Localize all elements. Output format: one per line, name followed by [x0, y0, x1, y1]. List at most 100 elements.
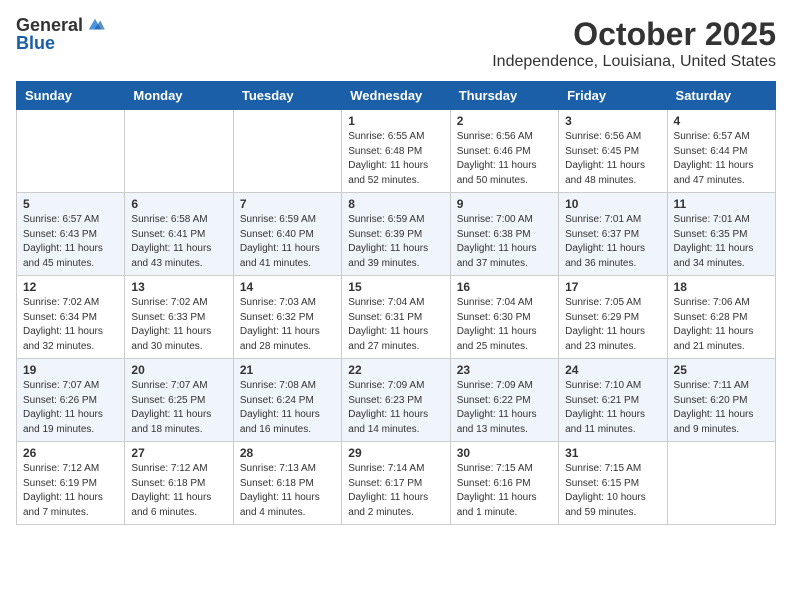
day-number: 30: [457, 446, 552, 460]
logo: General Blue: [16, 16, 105, 52]
day-info: Sunrise: 7:15 AM Sunset: 6:16 PM Dayligh…: [457, 462, 552, 520]
weekday-header-cell: Sunday: [17, 82, 125, 110]
calendar-week-row: 1Sunrise: 6:55 AM Sunset: 6:48 PM Daylig…: [17, 110, 776, 193]
day-info: Sunrise: 7:07 AM Sunset: 6:26 PM Dayligh…: [23, 379, 118, 437]
calendar-day-cell: 8 Sunrise: 6:59 AM Sunset: 6:39 PM Daylig…: [342, 193, 450, 276]
day-info: Sunrise: 7:04 AM Sunset: 6:30 PM Dayligh…: [457, 296, 552, 354]
calendar-day-cell: 17 Sunrise: 7:05 AM Sunset: 6:29 PM Dayli…: [559, 276, 667, 359]
calendar-day-cell: [233, 110, 341, 193]
calendar-day-cell: 4 Sunrise: 6:57 AM Sunset: 6:44 PM Daylig…: [667, 110, 775, 193]
day-number: 12: [23, 280, 118, 294]
day-info: Sunrise: 7:09 AM Sunset: 6:23 PM Dayligh…: [348, 379, 443, 437]
day-info: Sunrise: 6:59 AM Sunset: 6:39 PM Dayligh…: [348, 213, 443, 271]
weekday-header-cell: Friday: [559, 82, 667, 110]
calendar-day-cell: 30 Sunrise: 7:15 AM Sunset: 6:16 PM Dayli…: [450, 442, 558, 525]
weekday-header-cell: Wednesday: [342, 82, 450, 110]
weekday-header-cell: Saturday: [667, 82, 775, 110]
day-number: 29: [348, 446, 443, 460]
day-info: Sunrise: 7:12 AM Sunset: 6:19 PM Dayligh…: [23, 462, 118, 520]
calendar-day-cell: 5Sunrise: 6:57 AM Sunset: 6:43 PM Daylig…: [17, 193, 125, 276]
day-number: 23: [457, 363, 552, 377]
day-info: Sunrise: 7:05 AM Sunset: 6:29 PM Dayligh…: [565, 296, 660, 354]
calendar-day-cell: 1Sunrise: 6:55 AM Sunset: 6:48 PM Daylig…: [342, 110, 450, 193]
day-number: 26: [23, 446, 118, 460]
weekday-header-row: SundayMondayTuesdayWednesdayThursdayFrid…: [17, 82, 776, 110]
month-title: October 2025: [492, 16, 776, 53]
calendar-day-cell: 7 Sunrise: 6:59 AM Sunset: 6:40 PM Daylig…: [233, 193, 341, 276]
calendar-day-cell: 10Sunrise: 7:01 AM Sunset: 6:37 PM Dayli…: [559, 193, 667, 276]
calendar-day-cell: [125, 110, 233, 193]
day-number: 22: [348, 363, 443, 377]
day-number: 17: [565, 280, 660, 294]
title-block: October 2025 Independence, Louisiana, Un…: [492, 16, 776, 71]
day-info: Sunrise: 7:11 AM Sunset: 6:20 PM Dayligh…: [674, 379, 769, 437]
day-info: Sunrise: 7:01 AM Sunset: 6:37 PM Dayligh…: [565, 213, 660, 271]
day-number: 1: [348, 114, 443, 128]
logo-general-text: General: [16, 16, 83, 34]
calendar-day-cell: [667, 442, 775, 525]
day-info: Sunrise: 7:01 AM Sunset: 6:35 PM Dayligh…: [674, 213, 769, 271]
day-number: 2: [457, 114, 552, 128]
calendar-day-cell: 14 Sunrise: 7:03 AM Sunset: 6:32 PM Dayli…: [233, 276, 341, 359]
day-info: Sunrise: 7:07 AM Sunset: 6:25 PM Dayligh…: [131, 379, 226, 437]
day-info: Sunrise: 7:14 AM Sunset: 6:17 PM Dayligh…: [348, 462, 443, 520]
day-number: 14: [240, 280, 335, 294]
day-number: 24: [565, 363, 660, 377]
day-number: 20: [131, 363, 226, 377]
day-number: 11: [674, 197, 769, 211]
calendar-week-row: 5Sunrise: 6:57 AM Sunset: 6:43 PM Daylig…: [17, 193, 776, 276]
day-number: 5: [23, 197, 118, 211]
calendar-week-row: 19 Sunrise: 7:07 AM Sunset: 6:26 PM Dayli…: [17, 359, 776, 442]
day-info: Sunrise: 6:57 AM Sunset: 6:44 PM Dayligh…: [674, 130, 769, 188]
day-number: 25: [674, 363, 769, 377]
weekday-header-cell: Tuesday: [233, 82, 341, 110]
location-title: Independence, Louisiana, United States: [492, 53, 776, 71]
calendar-day-cell: 13Sunrise: 7:02 AM Sunset: 6:33 PM Dayli…: [125, 276, 233, 359]
calendar-day-cell: 12Sunrise: 7:02 AM Sunset: 6:34 PM Dayli…: [17, 276, 125, 359]
calendar-day-cell: 9 Sunrise: 7:00 AM Sunset: 6:38 PM Daylig…: [450, 193, 558, 276]
calendar-day-cell: 27 Sunrise: 7:12 AM Sunset: 6:18 PM Dayli…: [125, 442, 233, 525]
day-info: Sunrise: 7:12 AM Sunset: 6:18 PM Dayligh…: [131, 462, 226, 520]
day-info: Sunrise: 6:56 AM Sunset: 6:46 PM Dayligh…: [457, 130, 552, 188]
calendar-day-cell: 11 Sunrise: 7:01 AM Sunset: 6:35 PM Dayli…: [667, 193, 775, 276]
calendar-day-cell: 24 Sunrise: 7:10 AM Sunset: 6:21 PM Dayli…: [559, 359, 667, 442]
weekday-header-cell: Monday: [125, 82, 233, 110]
calendar-day-cell: 18Sunrise: 7:06 AM Sunset: 6:28 PM Dayli…: [667, 276, 775, 359]
day-number: 3: [565, 114, 660, 128]
calendar-day-cell: 15Sunrise: 7:04 AM Sunset: 6:31 PM Dayli…: [342, 276, 450, 359]
calendar-day-cell: 26 Sunrise: 7:12 AM Sunset: 6:19 PM Dayli…: [17, 442, 125, 525]
calendar-day-cell: 25 Sunrise: 7:11 AM Sunset: 6:20 PM Dayli…: [667, 359, 775, 442]
day-info: Sunrise: 7:15 AM Sunset: 6:15 PM Dayligh…: [565, 462, 660, 520]
calendar-day-cell: 20 Sunrise: 7:07 AM Sunset: 6:25 PM Dayli…: [125, 359, 233, 442]
day-number: 19: [23, 363, 118, 377]
calendar-day-cell: 3 Sunrise: 6:56 AM Sunset: 6:45 PM Daylig…: [559, 110, 667, 193]
calendar-day-cell: 28Sunrise: 7:13 AM Sunset: 6:18 PM Dayli…: [233, 442, 341, 525]
calendar-day-cell: 16 Sunrise: 7:04 AM Sunset: 6:30 PM Dayli…: [450, 276, 558, 359]
day-info: Sunrise: 7:06 AM Sunset: 6:28 PM Dayligh…: [674, 296, 769, 354]
day-number: 13: [131, 280, 226, 294]
day-info: Sunrise: 6:58 AM Sunset: 6:41 PM Dayligh…: [131, 213, 226, 271]
day-number: 9: [457, 197, 552, 211]
calendar-day-cell: 21Sunrise: 7:08 AM Sunset: 6:24 PM Dayli…: [233, 359, 341, 442]
day-info: Sunrise: 6:56 AM Sunset: 6:45 PM Dayligh…: [565, 130, 660, 188]
calendar-day-cell: 2 Sunrise: 6:56 AM Sunset: 6:46 PM Daylig…: [450, 110, 558, 193]
day-number: 16: [457, 280, 552, 294]
calendar-day-cell: 23 Sunrise: 7:09 AM Sunset: 6:22 PM Dayli…: [450, 359, 558, 442]
day-info: Sunrise: 7:00 AM Sunset: 6:38 PM Dayligh…: [457, 213, 552, 271]
logo-blue-text: Blue: [16, 34, 55, 52]
calendar-day-cell: 31Sunrise: 7:15 AM Sunset: 6:15 PM Dayli…: [559, 442, 667, 525]
day-number: 4: [674, 114, 769, 128]
day-info: Sunrise: 7:04 AM Sunset: 6:31 PM Dayligh…: [348, 296, 443, 354]
day-info: Sunrise: 7:10 AM Sunset: 6:21 PM Dayligh…: [565, 379, 660, 437]
day-info: Sunrise: 6:59 AM Sunset: 6:40 PM Dayligh…: [240, 213, 335, 271]
calendar-day-cell: 29 Sunrise: 7:14 AM Sunset: 6:17 PM Dayli…: [342, 442, 450, 525]
day-number: 6: [131, 197, 226, 211]
day-number: 8: [348, 197, 443, 211]
day-info: Sunrise: 7:03 AM Sunset: 6:32 PM Dayligh…: [240, 296, 335, 354]
calendar-table: SundayMondayTuesdayWednesdayThursdayFrid…: [16, 81, 776, 525]
day-number: 7: [240, 197, 335, 211]
weekday-header-cell: Thursday: [450, 82, 558, 110]
day-number: 27: [131, 446, 226, 460]
day-info: Sunrise: 7:13 AM Sunset: 6:18 PM Dayligh…: [240, 462, 335, 520]
day-info: Sunrise: 7:09 AM Sunset: 6:22 PM Dayligh…: [457, 379, 552, 437]
